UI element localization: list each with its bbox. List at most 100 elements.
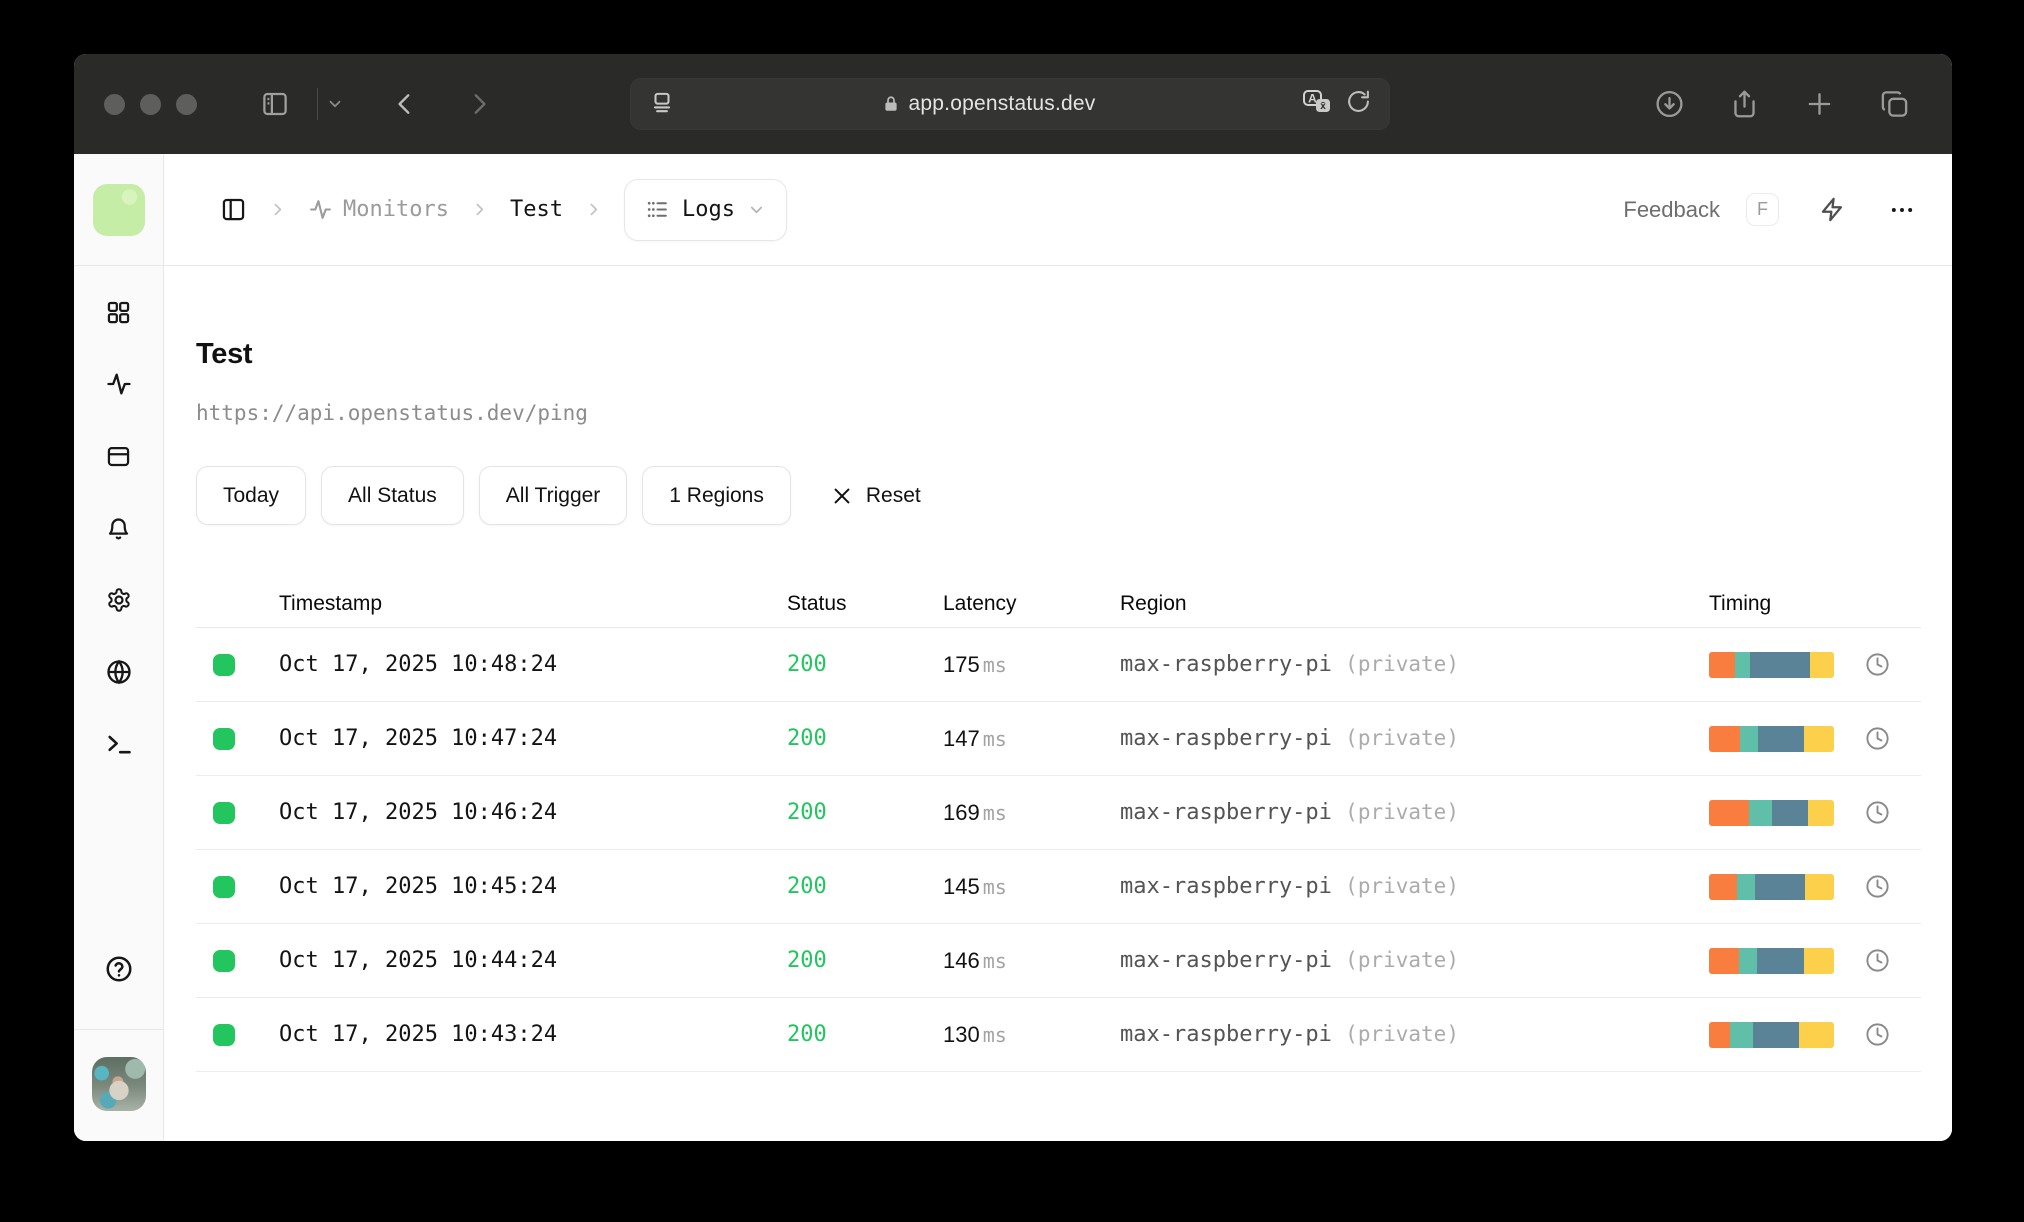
logs-table: Timestamp Status Latency Region Timing O…: [196, 580, 1921, 1072]
chevron-right-icon: [585, 201, 602, 218]
row-timestamp: Oct 17, 2025 10:44:24: [279, 948, 558, 973]
sidebar-nav: [74, 266, 163, 793]
minimize-button[interactable]: [140, 94, 161, 115]
sidebar-item-status-pages[interactable]: [96, 433, 142, 479]
feedback-button[interactable]: Feedback: [1623, 197, 1720, 223]
filter-regions[interactable]: 1 Regions: [642, 466, 791, 525]
svg-text:x̄: x̄: [1320, 101, 1326, 112]
reset-filters-button[interactable]: Reset: [831, 484, 921, 508]
table-row[interactable]: Oct 17, 2025 10:43:24 200 130 ms max-rasp…: [196, 998, 1921, 1072]
tab-group-chevron-icon[interactable]: [326, 95, 344, 113]
back-icon[interactable]: [392, 91, 418, 117]
panel-top-icon: [107, 446, 130, 466]
titlebar-divider: [317, 88, 318, 120]
help-button[interactable]: [104, 954, 134, 989]
column-header-region: Region: [1120, 591, 1187, 615]
clock-icon[interactable]: [1864, 651, 1891, 678]
forward-icon[interactable]: [466, 91, 492, 117]
monitor-endpoint: https://api.openstatus.dev/ping: [196, 401, 588, 425]
row-indicator-cell: [196, 1023, 279, 1046]
timing-bar: [1709, 1021, 1834, 1048]
sidebar-item-monitors[interactable]: [96, 361, 142, 407]
clock-icon[interactable]: [1864, 947, 1891, 974]
table-row[interactable]: Oct 17, 2025 10:45:24 200 145 ms max-rasp…: [196, 850, 1921, 924]
browser-titlebar: app.openstatus.dev Ax̄: [74, 54, 1952, 154]
page-content: Test https://api.openstatus.dev/ping Tod…: [164, 266, 1952, 1072]
feedback-kbd-badge: F: [1746, 193, 1779, 226]
row-status: 200: [787, 948, 827, 973]
row-detail-cell: [1834, 799, 1921, 826]
titlebar-actions: [1654, 89, 1910, 120]
chevron-right-icon: [269, 201, 286, 218]
status-indicator: [213, 801, 235, 824]
chevron-right-icon: [471, 201, 488, 218]
desktop-background: app.openstatus.dev Ax̄ Monitors Test Log…: [0, 0, 2024, 1222]
gear-icon: [107, 588, 130, 612]
row-latency: 130 ms: [943, 1021, 1007, 1047]
clock-icon[interactable]: [1864, 1021, 1891, 1048]
url-host: app.openstatus.dev: [675, 92, 1302, 116]
status-indicator: [213, 1023, 235, 1046]
status-indicator: [213, 653, 235, 676]
breadcrumb-test[interactable]: Test: [510, 197, 563, 222]
user-avatar[interactable]: [91, 1057, 146, 1111]
app-header: Monitors Test Logs Feedback F: [164, 154, 1952, 266]
view-switcher-logs[interactable]: Logs: [623, 178, 787, 241]
sidebar-item-dashboard[interactable]: [96, 289, 142, 335]
table-row[interactable]: Oct 17, 2025 10:46:24 200 169 ms max-rasp…: [196, 776, 1921, 850]
workspace-logo[interactable]: [92, 183, 145, 236]
sidebar-item-globe[interactable]: [96, 649, 142, 695]
row-status: 200: [787, 726, 827, 751]
status-indicator: [213, 727, 235, 750]
sidebar-item-settings[interactable]: [96, 577, 142, 623]
row-detail-cell: [1834, 1021, 1921, 1048]
tab-overview-icon[interactable]: [1879, 89, 1910, 120]
filter-bar: Today All Status All Trigger 1 Regions R…: [196, 466, 1921, 525]
address-bar[interactable]: app.openstatus.dev Ax̄: [630, 78, 1390, 130]
header-actions: Feedback F: [1623, 193, 1916, 226]
row-detail-cell: [1834, 725, 1921, 752]
sidebar-item-notifications[interactable]: [96, 505, 142, 551]
app-sidebar-toggle-icon[interactable]: [220, 196, 247, 223]
translate-icon[interactable]: Ax̄: [1302, 88, 1332, 121]
row-region: max-raspberry-pi (private): [1120, 726, 1459, 751]
row-indicator-cell: [196, 949, 279, 972]
row-timestamp: Oct 17, 2025 10:43:24: [279, 1022, 558, 1047]
row-latency: 169 ms: [943, 799, 1007, 825]
column-header-timing: Timing: [1709, 591, 1772, 615]
reset-label: Reset: [865, 483, 921, 507]
status-indicator: [213, 875, 235, 898]
chevron-down-icon: [747, 200, 766, 219]
row-latency: 147 ms: [943, 725, 1007, 751]
browser-sidebar-toggle-icon[interactable]: [260, 89, 290, 119]
breadcrumb-monitors[interactable]: Monitors: [308, 197, 449, 222]
row-status: 200: [787, 874, 827, 899]
sidebar-item-terminal[interactable]: [96, 721, 142, 767]
share-icon[interactable]: [1729, 89, 1760, 120]
downloads-icon[interactable]: [1654, 89, 1685, 120]
table-row[interactable]: Oct 17, 2025 10:44:24 200 146 ms max-rasp…: [196, 924, 1921, 998]
timing-bar: [1709, 651, 1834, 678]
reload-icon[interactable]: [1346, 89, 1371, 119]
close-button[interactable]: [104, 94, 125, 115]
row-latency: 145 ms: [943, 873, 1007, 899]
clock-icon[interactable]: [1864, 799, 1891, 826]
table-row[interactable]: Oct 17, 2025 10:48:24 200 175 ms max-rasp…: [196, 628, 1921, 702]
row-latency: 175 ms: [943, 651, 1007, 677]
row-indicator-cell: [196, 801, 279, 824]
clock-icon[interactable]: [1864, 873, 1891, 900]
filter-date[interactable]: Today: [196, 466, 307, 525]
filter-status[interactable]: All Status: [321, 466, 464, 525]
filter-trigger[interactable]: All Trigger: [478, 466, 628, 525]
more-options-icon[interactable]: [1888, 196, 1916, 224]
table-row[interactable]: Oct 17, 2025 10:47:24 200 147 ms max-rasp…: [196, 702, 1921, 776]
clock-icon[interactable]: [1864, 725, 1891, 752]
row-timestamp: Oct 17, 2025 10:46:24: [279, 800, 558, 825]
zap-icon[interactable]: [1819, 196, 1846, 223]
svg-text:A: A: [1308, 91, 1317, 105]
zoom-button[interactable]: [176, 94, 197, 115]
timing-bar: [1709, 873, 1834, 900]
new-tab-icon[interactable]: [1804, 89, 1835, 120]
x-icon: [834, 488, 850, 503]
page-menu-icon[interactable]: [649, 89, 675, 120]
